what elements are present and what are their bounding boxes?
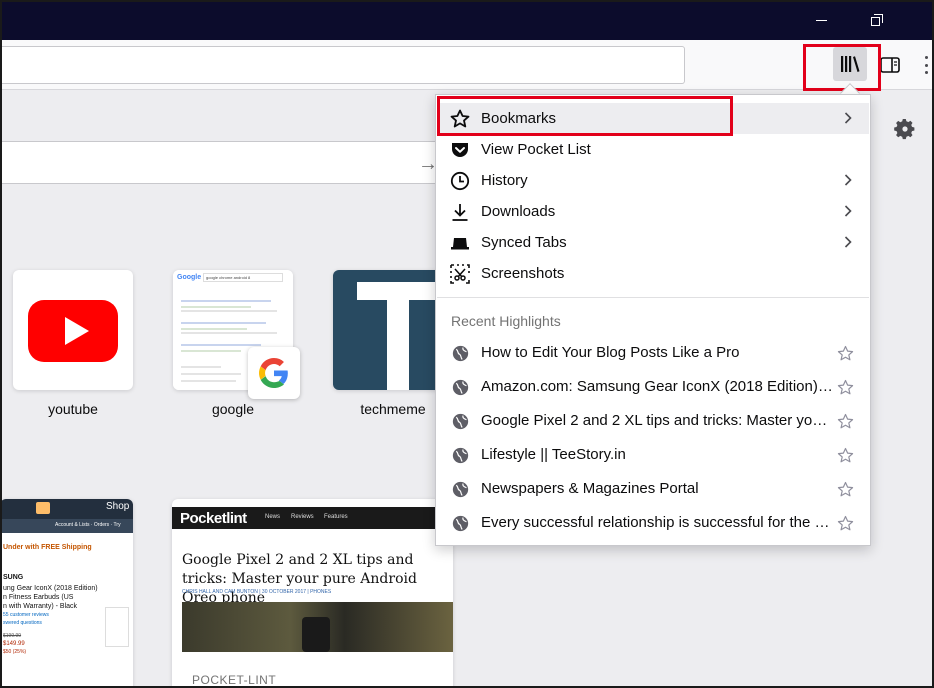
menu-item-screenshots[interactable]: Screenshots: [437, 258, 869, 289]
highlight-label: How to Edit Your Blog Posts Like a Pro: [481, 344, 740, 361]
youtube-logo-icon: [28, 300, 118, 362]
window-titlebar: [0, 0, 934, 40]
gear-icon[interactable]: [893, 117, 917, 141]
pocketlint-logo: Pocketlint: [180, 510, 247, 527]
highlight-item[interactable]: Amazon.com: Samsung Gear IconX (2018 Edi…: [437, 370, 869, 404]
globe-icon: [452, 345, 469, 362]
screenshot-icon: [450, 264, 470, 284]
search-icon: [36, 502, 50, 514]
minimize-button[interactable]: [798, 6, 844, 34]
menu-item-view-pocket-list[interactable]: View Pocket List: [437, 134, 869, 165]
annotation-highlight-library: [803, 44, 881, 91]
menu-item-label: View Pocket List: [481, 141, 591, 158]
star-outline-icon[interactable]: [837, 379, 854, 396]
globe-icon: [452, 481, 469, 498]
globe-icon: [452, 515, 469, 532]
menu-item-label: Downloads: [481, 203, 556, 220]
annotation-highlight-bookmarks: [437, 96, 733, 136]
article-byline: CHRIS HALL AND CAM BUNTON | 30 OCTOBER 2…: [182, 589, 332, 595]
highlight-card-amazon[interactable]: Shop Account & Lists · Orders · Try Unde…: [0, 499, 133, 688]
star-outline-icon[interactable]: [837, 481, 854, 498]
top-site-label: youtube: [48, 401, 98, 417]
minimize-icon: [815, 19, 827, 21]
search-input[interactable]: →: [0, 141, 450, 184]
article-title: Google Pixel 2 and 2 XL tips and tricks:…: [182, 552, 417, 606]
highlight-label: Amazon.com: Samsung Gear IconX (2018 Edi…: [481, 378, 833, 395]
card-source: POCKET-LINT: [192, 673, 277, 687]
overflow-menu-icon[interactable]: [925, 56, 934, 74]
restore-button[interactable]: [854, 6, 900, 34]
star-outline-icon[interactable]: [837, 515, 854, 532]
highlight-label: Lifestyle || TeeStory.in: [481, 446, 626, 463]
chevron-right-icon: [844, 112, 852, 124]
globe-icon: [452, 447, 469, 464]
highlight-item[interactable]: Newspapers & Magazines Portal: [437, 472, 869, 506]
highlight-label: Every successful relationship is success…: [481, 514, 833, 531]
sidebar-icon: [880, 57, 900, 73]
menu-item-label: History: [481, 172, 528, 189]
highlight-item[interactable]: Every successful relationship is success…: [437, 506, 869, 540]
download-icon: [452, 204, 468, 221]
menu-item-downloads[interactable]: Downloads: [437, 196, 869, 227]
top-site-youtube[interactable]: [13, 270, 133, 390]
star-outline-icon[interactable]: [837, 447, 854, 464]
panel-separator: [437, 297, 869, 298]
recent-highlights-heading: Recent Highlights: [451, 313, 561, 329]
menu-item-label: Synced Tabs: [481, 234, 567, 251]
library-panel: Bookmarks View Pocket List History Downl…: [435, 94, 871, 546]
chevron-right-icon: [844, 205, 852, 217]
menu-item-synced-tabs[interactable]: Synced Tabs: [437, 227, 869, 258]
star-outline-icon[interactable]: [837, 413, 854, 430]
pocket-icon: [452, 143, 468, 157]
google-favicon-icon: [248, 347, 300, 399]
star-outline-icon[interactable]: [837, 345, 854, 362]
highlight-label: Newspapers & Magazines Portal: [481, 480, 699, 497]
menu-item-label: Screenshots: [481, 265, 565, 282]
clock-icon: [450, 171, 470, 191]
menu-item-history[interactable]: History: [437, 165, 869, 196]
highlight-label: Google Pixel 2 and 2 XL tips and tricks:…: [481, 412, 833, 429]
restore-icon: [871, 14, 883, 26]
highlight-item[interactable]: Google Pixel 2 and 2 XL tips and tricks:…: [437, 404, 869, 438]
url-bar[interactable]: [0, 46, 685, 84]
top-site-label: google: [211, 401, 255, 417]
globe-icon: [452, 379, 469, 396]
highlight-item[interactable]: How to Edit Your Blog Posts Like a Pro: [437, 336, 869, 370]
globe-icon: [452, 413, 469, 430]
chevron-right-icon: [844, 236, 852, 248]
synced-tabs-icon: [451, 238, 469, 250]
navigation-toolbar: [0, 40, 934, 90]
highlight-item[interactable]: Lifestyle || TeeStory.in: [437, 438, 869, 472]
chevron-right-icon: [844, 174, 852, 186]
highlight-card-pocketlint[interactable]: Pocketlint News Reviews Features Google …: [172, 499, 453, 688]
